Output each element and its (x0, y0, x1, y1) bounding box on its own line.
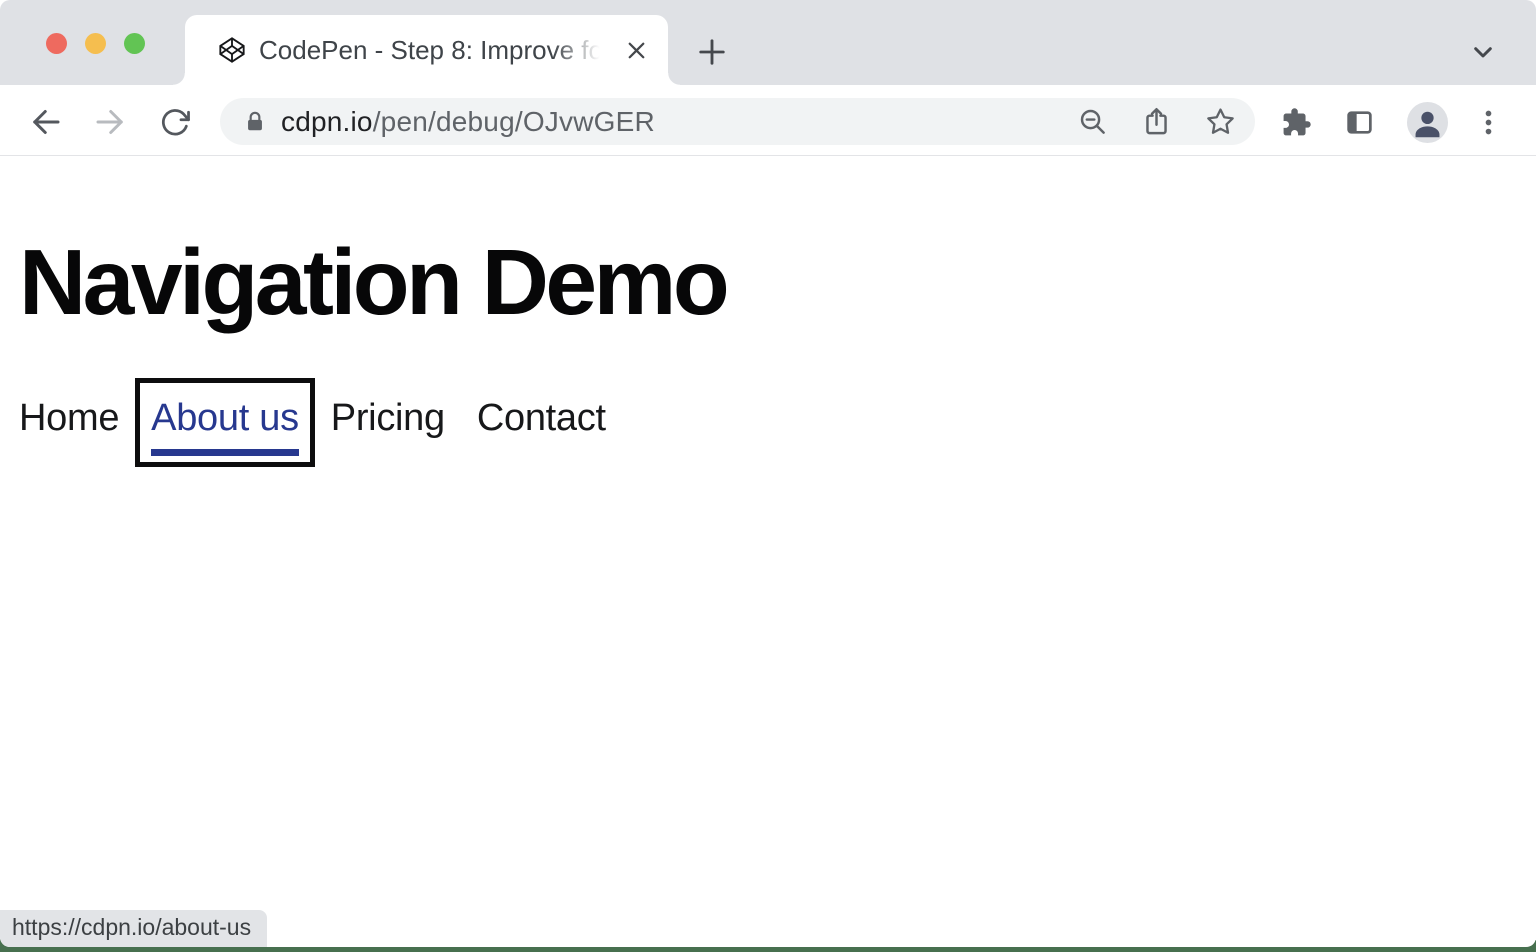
reload-icon[interactable] (158, 104, 194, 140)
zoom-out-icon[interactable] (1077, 106, 1108, 137)
url-text: cdpn.io/pen/debug/OJvwGER (281, 106, 655, 138)
url-domain: cdpn.io (281, 106, 373, 137)
lock-icon[interactable] (242, 109, 268, 135)
kebab-menu-icon[interactable] (1473, 104, 1509, 140)
screenshot-root: CodePen - Step 8: Improve foc (0, 0, 1536, 952)
arrow-right-icon[interactable] (92, 104, 128, 140)
new-tab-plus-icon[interactable] (694, 34, 730, 70)
main-navigation: Home About us Pricing Contact (19, 378, 606, 467)
page-content: Navigation Demo Home About us Pricing Co… (0, 156, 1536, 946)
share-icon[interactable] (1141, 106, 1172, 137)
browser-toolbar: cdpn.io/pen/debug/OJvwGER (0, 85, 1536, 156)
window-controls (46, 33, 145, 54)
address-bar-actions (1077, 106, 1236, 137)
nav-link-home[interactable]: Home (19, 397, 119, 440)
browser-tab[interactable]: CodePen - Step 8: Improve foc (185, 15, 668, 85)
nav-link-pricing[interactable]: Pricing (331, 397, 445, 440)
window-close-button[interactable] (46, 33, 67, 54)
star-icon[interactable] (1205, 106, 1236, 137)
url-path: /pen/debug/OJvwGER (373, 106, 655, 137)
tab-strip: CodePen - Step 8: Improve foc (0, 0, 1536, 85)
address-bar[interactable]: cdpn.io/pen/debug/OJvwGER (220, 98, 1255, 145)
window-zoom-button[interactable] (124, 33, 145, 54)
page-title: Navigation Demo (19, 229, 726, 336)
status-bubble: https://cdpn.io/about-us (0, 910, 267, 947)
tab-close-icon[interactable] (623, 37, 650, 64)
tab-title: CodePen - Step 8: Improve foc (259, 15, 611, 85)
chevron-down-icon[interactable] (1467, 36, 1499, 68)
nav-link-about-us[interactable]: About us (151, 397, 299, 456)
codepen-logo-icon (218, 36, 246, 64)
side-panel-icon[interactable] (1344, 104, 1380, 140)
avatar-icon[interactable] (1407, 102, 1448, 143)
focus-ring: About us (135, 378, 315, 467)
window-minimize-button[interactable] (85, 33, 106, 54)
nav-link-contact[interactable]: Contact (477, 397, 606, 440)
browser-window: CodePen - Step 8: Improve foc (0, 0, 1536, 947)
arrow-left-icon[interactable] (28, 104, 64, 140)
puzzle-icon[interactable] (1281, 104, 1317, 140)
